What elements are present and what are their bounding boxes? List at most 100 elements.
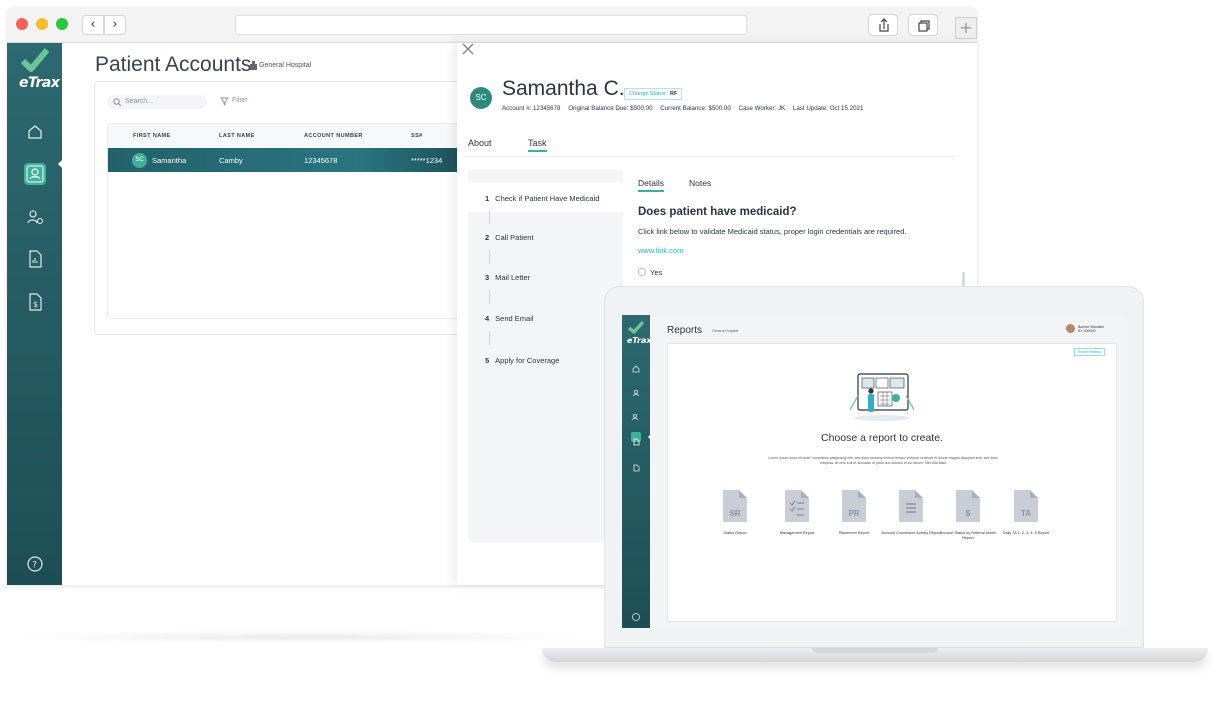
- avatar: SC: [132, 153, 147, 168]
- report-name[interactable]: Account Conversion Activity Report: [881, 531, 941, 536]
- close-panel-button[interactable]: [461, 42, 475, 60]
- laptop-sidebar-help[interactable]: [631, 607, 641, 621]
- hospital-name: General Hospital: [259, 62, 312, 69]
- yes-radio[interactable]: Yes: [638, 268, 662, 277]
- task-item-5[interactable]: 5 Apply for Coverage: [485, 356, 559, 365]
- placement-report-icon[interactable]: PR: [842, 490, 866, 522]
- doc-badge: $: [965, 509, 971, 518]
- address-bar[interactable]: [235, 15, 747, 35]
- task-number: 5: [485, 356, 490, 365]
- active-indicator: [58, 159, 63, 169]
- user-settings-icon: [631, 414, 639, 421]
- task-number: 4: [485, 314, 490, 323]
- status-report-icon[interactable]: SR: [723, 490, 747, 522]
- sidebar-item-reports[interactable]: [24, 248, 46, 270]
- col-ssn[interactable]: SS#: [411, 133, 423, 139]
- task-label: Send Email: [495, 314, 534, 323]
- filter-button[interactable]: Filter: [220, 97, 248, 106]
- billing-doc-icon: [633, 464, 640, 472]
- laptop-screen: eTrax Reports General Hospital Bonnie Wo…: [622, 315, 1124, 628]
- medicaid-link[interactable]: www.link.com: [638, 246, 683, 255]
- col-first-name[interactable]: FIRST NAME: [133, 133, 171, 139]
- referral-report-icon[interactable]: $: [956, 490, 980, 522]
- conversion-report-icon[interactable]: [899, 490, 923, 522]
- table-row[interactable]: SC Samantha Camby 12345678 *****1234: [108, 148, 466, 172]
- tabs-overview-button[interactable]: [908, 14, 938, 36]
- yes-label: Yes: [650, 268, 663, 277]
- task-item-2[interactable]: 2 Call Patient: [485, 233, 534, 242]
- back-button[interactable]: ‹: [82, 15, 104, 35]
- page-title: Patient Accounts: [95, 53, 252, 76]
- task-number: 2: [485, 233, 490, 242]
- user-settings-icon: [27, 210, 44, 225]
- reports-headline: Choose a report to create.: [821, 432, 943, 444]
- sidebar-item-user-settings[interactable]: [24, 206, 46, 228]
- sidebar-item-patients[interactable]: [24, 163, 46, 185]
- reports-title: Reports: [667, 325, 703, 336]
- cell-first-name: Samantha: [152, 156, 187, 165]
- cell-last-name: Camby: [219, 156, 243, 165]
- report-name[interactable]: Status Report: [705, 531, 765, 536]
- laptop-logo-text: eTrax: [627, 336, 652, 345]
- minimize-window-button[interactable]: [36, 18, 48, 30]
- tab-divider: [461, 156, 957, 157]
- sidebar-item-billing[interactable]: $: [24, 291, 46, 313]
- col-last-name[interactable]: LAST NAME: [219, 133, 255, 139]
- task-item-3[interactable]: 3 Mail Letter: [485, 273, 530, 282]
- sidebar: eTrax $ ?: [7, 43, 63, 585]
- patient-name: Samantha C.: [502, 77, 625, 100]
- cell-ssn: *****1234: [411, 156, 443, 165]
- logo-check-icon: [628, 320, 644, 334]
- home-icon: [632, 365, 640, 373]
- search-input[interactable]: Search...: [107, 95, 207, 109]
- checklist-icon: [789, 500, 804, 516]
- task-connector: [489, 250, 490, 264]
- report-name[interactable]: Daily TA 1, 2, 3, 4, 5 Report: [996, 531, 1056, 536]
- col-account-number[interactable]: ACCOUNT NUMBER: [304, 133, 363, 139]
- status-code: RF: [669, 91, 678, 97]
- laptop-sidebar: eTrax: [622, 315, 652, 628]
- tab-about[interactable]: About: [468, 138, 492, 148]
- patient-meta: Account #: 12345678 Original Balance Due…: [502, 105, 869, 112]
- task-item-4[interactable]: 4 Send Email: [485, 314, 534, 323]
- user-avatar[interactable]: [1066, 324, 1075, 333]
- laptop-sidebar-billing[interactable]: [631, 458, 641, 472]
- svg-text:?: ?: [32, 561, 37, 571]
- user-menu[interactable]: Bonnie Woodkin ID: 000000: [1078, 325, 1104, 333]
- laptop-sidebar-home[interactable]: [631, 359, 641, 373]
- laptop-sidebar-patients[interactable]: [631, 383, 641, 397]
- close-window-button[interactable]: [16, 18, 28, 30]
- share-button[interactable]: [868, 14, 898, 36]
- svg-text:$: $: [33, 300, 38, 309]
- last-update: Last Update: Oct 15 2021: [792, 105, 864, 112]
- tab-notes[interactable]: Notes: [689, 178, 711, 188]
- management-report-icon[interactable]: [785, 490, 809, 522]
- stage: ‹ › + eTrax $ ? Patient Accounts General…: [0, 0, 1217, 720]
- report-name[interactable]: Management Report: [767, 531, 827, 536]
- report-name[interactable]: Account Status by Referral Month Report: [938, 531, 998, 541]
- forward-button[interactable]: ›: [104, 15, 126, 35]
- sidebar-item-help[interactable]: ?: [24, 553, 46, 575]
- tab-details[interactable]: Details: [638, 178, 664, 192]
- change-status-label: Change Status :: [629, 91, 670, 97]
- task-item-1[interactable]: 1 Check if Patient Have Medicaid: [485, 194, 599, 203]
- sidebar-item-home[interactable]: [24, 121, 46, 143]
- report-name[interactable]: Placement Report: [824, 531, 884, 536]
- question-description: Click link below to validate Medicaid st…: [638, 227, 907, 236]
- change-status-button[interactable]: Change Status : RF: [624, 88, 683, 100]
- task-label: Apply for Coverage: [495, 356, 560, 365]
- new-tab-button[interactable]: +: [955, 17, 977, 39]
- daily-ta-report-icon[interactable]: TA: [1014, 490, 1038, 522]
- report-history-button[interactable]: Report History: [1074, 348, 1105, 356]
- maximize-window-button[interactable]: [56, 18, 68, 30]
- task-label: Check if Patient Have Medicaid: [495, 194, 600, 203]
- user-id: ID: 000000: [1078, 329, 1096, 333]
- task-label: Mail Letter: [495, 273, 531, 282]
- hospital-icon: [250, 61, 257, 70]
- radio-circle[interactable]: [638, 268, 646, 276]
- task-number: 1: [485, 194, 490, 203]
- laptop-sidebar-user-settings[interactable]: [631, 407, 641, 421]
- floor-shadow: [0, 630, 604, 644]
- tab-task[interactable]: Task: [528, 138, 547, 152]
- filter-icon: [220, 97, 229, 106]
